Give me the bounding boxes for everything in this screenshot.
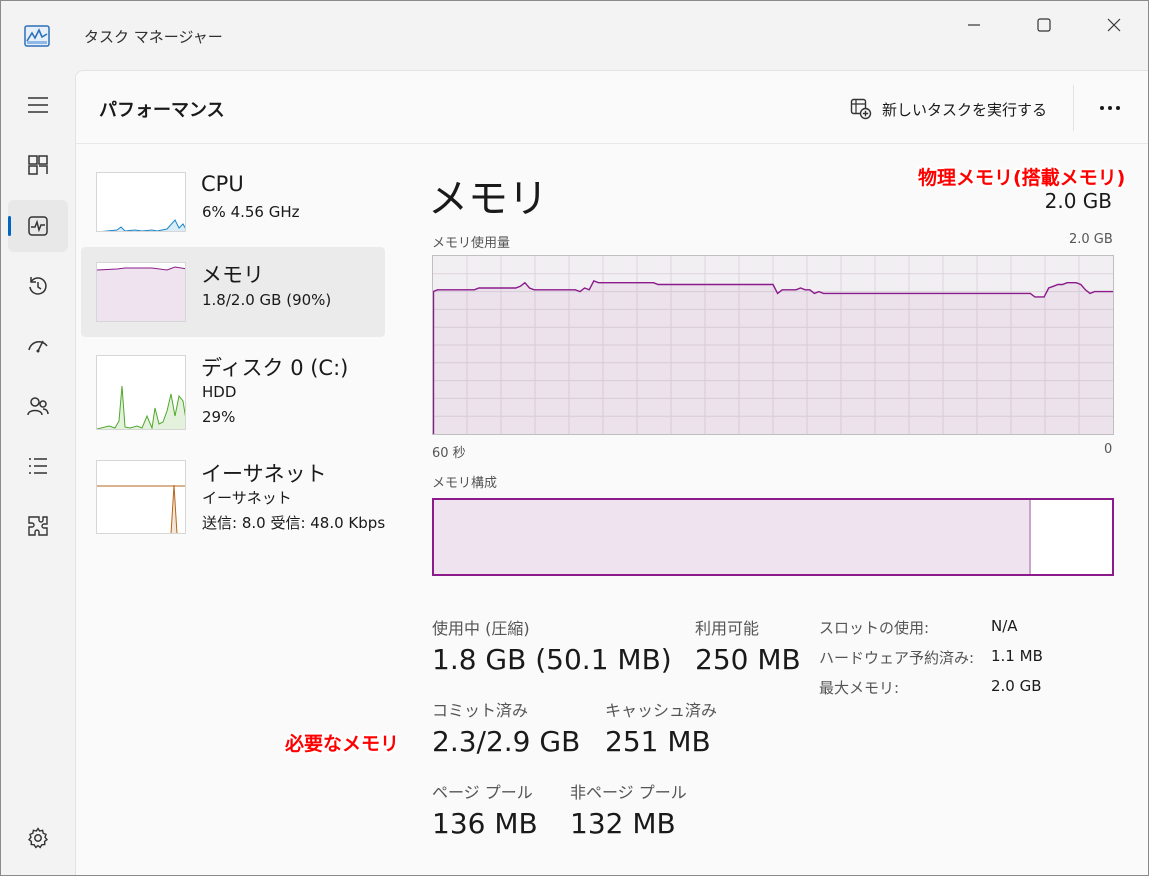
new-task-icon bbox=[850, 98, 872, 120]
nav-startup-apps[interactable] bbox=[8, 320, 68, 372]
annotation-physical-memory: 物理メモリ(搭載メモリ) bbox=[918, 167, 1126, 189]
annotation-required-memory: 必要なメモリ bbox=[285, 733, 400, 755]
maximize-icon bbox=[1037, 18, 1051, 32]
total-memory: 2.0 GB bbox=[1044, 189, 1112, 213]
composition-in-use bbox=[434, 500, 1031, 574]
spec-key: 最大メモリ: bbox=[819, 679, 900, 697]
usage-area bbox=[433, 280, 1113, 434]
details-icon bbox=[29, 458, 47, 474]
stat-cached-value: 251 MB bbox=[605, 725, 711, 758]
spec-key: ハードウェア予約済み: bbox=[819, 649, 975, 667]
active-indicator bbox=[8, 216, 11, 236]
usage-label: メモリ使用量 bbox=[432, 236, 511, 251]
resource-title: ディスク 0 (C:) bbox=[201, 356, 349, 380]
more-dot bbox=[1100, 106, 1104, 110]
resource-line: イーサネット bbox=[202, 489, 292, 507]
memory-thumbnail-graph bbox=[96, 262, 186, 322]
users-icon bbox=[27, 397, 49, 416]
resource-title: CPU bbox=[201, 172, 244, 196]
page-title: パフォーマンス bbox=[99, 100, 225, 121]
more-dot bbox=[1108, 106, 1112, 110]
spec-value: N/A bbox=[991, 617, 1018, 635]
more-dot bbox=[1116, 106, 1120, 110]
memory-composition-bar bbox=[432, 498, 1114, 576]
time-axis-left: 60 秒 bbox=[432, 446, 466, 461]
resource-title: メモリ bbox=[201, 263, 264, 287]
title-bar: タスク マネージャー bbox=[0, 0, 1149, 70]
memory-usage-chart bbox=[432, 256, 1113, 434]
close-button[interactable] bbox=[1090, 10, 1138, 40]
task-manager-app-icon bbox=[24, 25, 50, 47]
nav-processes[interactable] bbox=[8, 139, 68, 191]
stat-cached-label: キャッシュ済み bbox=[605, 701, 718, 720]
stat-committed-label: コミット済み bbox=[432, 701, 529, 720]
startup-apps-icon bbox=[28, 340, 48, 353]
resource-line: 6% 4.56 GHz bbox=[202, 203, 300, 221]
stat-paged-pool-value: 136 MB bbox=[432, 807, 538, 840]
header-separator bbox=[1073, 85, 1074, 131]
memory-usage-graph bbox=[432, 255, 1114, 435]
minimize-icon bbox=[968, 24, 980, 26]
stat-available-value: 250 MB bbox=[695, 643, 801, 676]
nav-performance[interactable] bbox=[8, 200, 68, 252]
nav-app-history[interactable] bbox=[8, 260, 68, 312]
close-icon bbox=[1107, 18, 1121, 32]
stat-paged-pool-label: ページ プール bbox=[432, 783, 533, 802]
app-history-icon bbox=[29, 277, 47, 295]
main-panel: パフォーマンス 新しいタスクを実行する CPU 6% 4.56 GHz メモリ … bbox=[75, 70, 1149, 876]
run-new-task-button[interactable]: 新しいタスクを実行する bbox=[850, 95, 1047, 123]
stat-available-label: 利用可能 bbox=[695, 619, 760, 638]
run-new-task-label: 新しいタスクを実行する bbox=[882, 100, 1048, 119]
nav-hamburger-button[interactable] bbox=[8, 79, 68, 131]
resource-title: イーサネット bbox=[201, 462, 327, 486]
resource-memory[interactable]: メモリ 1.8/2.0 GB (90%) bbox=[81, 247, 385, 337]
resource-line: 1.8/2.0 GB (90%) bbox=[202, 291, 332, 309]
settings-icon bbox=[27, 827, 49, 849]
resource-line: 送信: 8.0 受信: 48.0 Kbps bbox=[202, 514, 386, 532]
performance-icon bbox=[28, 216, 48, 236]
nav-users[interactable] bbox=[8, 380, 68, 432]
resource-ethernet[interactable]: イーサネット イーサネット 送信: 8.0 受信: 48.0 Kbps bbox=[81, 458, 391, 548]
stat-in-use-value: 1.8 GB (50.1 MB) bbox=[432, 643, 672, 676]
nav-settings[interactable] bbox=[8, 812, 68, 864]
resource-line: HDD bbox=[202, 383, 237, 401]
stat-in-use-label: 使用中 (圧縮) bbox=[432, 619, 530, 638]
composition-label: メモリ構成 bbox=[432, 476, 498, 491]
stat-nonpaged-pool-label: 非ページ プール bbox=[570, 783, 687, 802]
window-title: タスク マネージャー bbox=[84, 28, 223, 46]
usage-max-label: 2.0 GB bbox=[1069, 232, 1113, 247]
disk-thumbnail-graph bbox=[96, 355, 186, 430]
minimize-button[interactable] bbox=[950, 10, 998, 40]
page-header: パフォーマンス 新しいタスクを実行する bbox=[76, 71, 1149, 144]
ethernet-thumbnail-graph bbox=[96, 460, 186, 534]
resource-line: 29% bbox=[202, 408, 236, 426]
spec-value: 1.1 MB bbox=[991, 647, 1043, 665]
maximize-button[interactable] bbox=[1020, 10, 1068, 40]
detail-title: メモリ bbox=[428, 176, 548, 222]
hamburger-menu-icon bbox=[28, 97, 48, 113]
more-options-button[interactable] bbox=[1090, 93, 1130, 123]
stat-nonpaged-pool-value: 132 MB bbox=[570, 807, 676, 840]
time-axis-right: 0 bbox=[1104, 442, 1113, 457]
nav-details[interactable] bbox=[8, 440, 68, 492]
services-icon bbox=[28, 516, 48, 536]
spec-value: 2.0 GB bbox=[991, 677, 1042, 695]
nav-services[interactable] bbox=[8, 500, 68, 552]
processes-icon bbox=[28, 155, 48, 175]
resource-disk[interactable]: ディスク 0 (C:) HDD 29% bbox=[81, 352, 385, 442]
stat-committed-value: 2.3/2.9 GB bbox=[432, 725, 581, 758]
spec-key: スロットの使用: bbox=[819, 619, 930, 637]
cpu-thumbnail-graph bbox=[96, 172, 186, 232]
